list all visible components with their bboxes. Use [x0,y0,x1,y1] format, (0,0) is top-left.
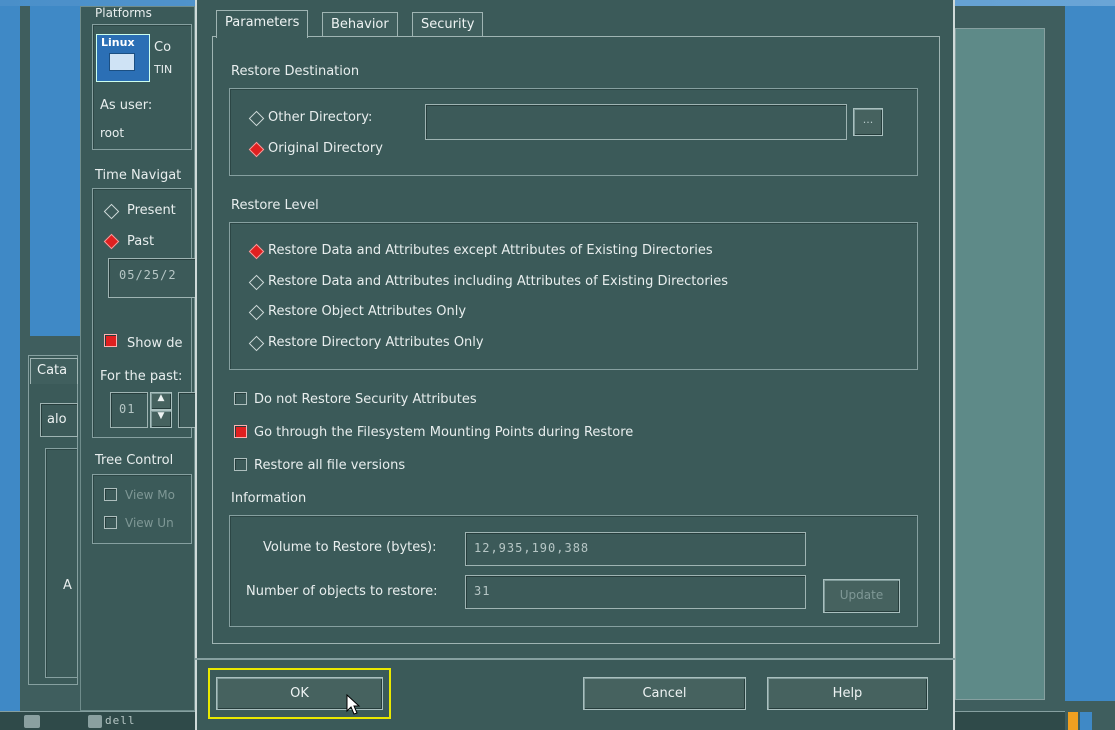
tab-behavior[interactable]: Behavior [322,12,398,36]
update-button[interactable]: Update [823,579,900,613]
user-value: root [100,126,125,140]
objects-value-field: 31 [465,575,806,609]
catalog-field[interactable]: alo [40,403,78,437]
restore-level-option-label: Restore Data and Attributes including At… [268,274,729,289]
show-label: Show de [127,336,183,351]
volume-value-field: 12,935,190,388 [465,532,806,566]
mounting-points-label: Go through the Filesystem Mounting Point… [254,425,634,440]
no-security-attributes-checkbox[interactable] [234,392,247,405]
view-mo-label: View Mo [125,488,175,502]
restore-level-option-label: Restore Directory Attributes Only [268,335,484,350]
tab-security[interactable]: Security [412,12,484,36]
button-separator [195,658,955,660]
all-file-versions-checkbox[interactable] [234,458,247,471]
volume-label: Volume to Restore (bytes): [263,540,437,555]
count-field[interactable]: 01 [110,392,148,428]
restore-level-option-label: Restore Object Attributes Only [268,304,467,319]
help-button[interactable]: Help [767,677,928,710]
view-un-checkbox[interactable] [104,516,117,529]
restore-level-title: Restore Level [231,198,319,213]
catalog-tab[interactable]: Cata [30,358,78,384]
present-label: Present [127,203,176,218]
past-label: Past [127,234,155,249]
for-the-past-label: For the past: [100,369,183,384]
show-checkbox[interactable] [104,334,117,347]
original-directory-label: Original Directory [268,141,383,156]
view-mo-checkbox[interactable] [104,488,117,501]
date-field[interactable]: 05/25/2 [108,258,196,298]
mounting-points-checkbox[interactable] [234,425,247,438]
right-content-area [955,28,1045,700]
count-down-button[interactable]: ▼ [150,410,172,428]
tree-control-label: Tree Control [95,453,174,468]
catalog-list[interactable] [45,448,78,678]
all-file-versions-label: Restore all file versions [254,458,406,473]
time-navigation-label: Time Navigat [95,168,182,183]
disk-icon-2 [88,715,102,728]
platform-name: Co [154,40,172,55]
left-blue-panel [30,6,80,336]
count-up-button[interactable]: ▲ [150,392,172,410]
restore-destination-title: Restore Destination [231,64,360,79]
objects-label: Number of objects to restore: [246,584,438,599]
taskbar-indicator-2 [1080,712,1092,730]
platforms-label: Platforms [95,6,152,20]
other-directory-input[interactable] [425,104,847,140]
catalog-side-char: A [63,578,72,593]
view-un-label: View Un [125,516,174,530]
mouse-cursor-icon [346,694,361,715]
cancel-button[interactable]: Cancel [583,677,746,710]
platform-sub: TIN [154,63,173,76]
tree-control-box [92,474,192,544]
disk-icon [24,715,40,728]
information-title: Information [231,491,307,506]
no-security-attributes-label: Do not Restore Security Attributes [254,392,477,407]
right-blue-panel [1065,6,1115,701]
tab-parameters[interactable]: Parameters [216,10,309,38]
computer-icon [109,53,135,71]
left-edge-panel [0,6,20,711]
restore-level-option-label: Restore Data and Attributes except Attri… [268,243,713,258]
browse-button[interactable]: ... [853,108,883,136]
bottom-item-label: dell [105,714,136,727]
other-directory-label: Other Directory: [268,110,373,125]
linux-logo-text: Linux [101,36,135,49]
as-user-label: As user: [100,98,153,113]
linux-platform-icon[interactable]: Linux [96,34,150,82]
taskbar-indicator [1068,712,1078,730]
unit-select[interactable] [178,392,196,428]
